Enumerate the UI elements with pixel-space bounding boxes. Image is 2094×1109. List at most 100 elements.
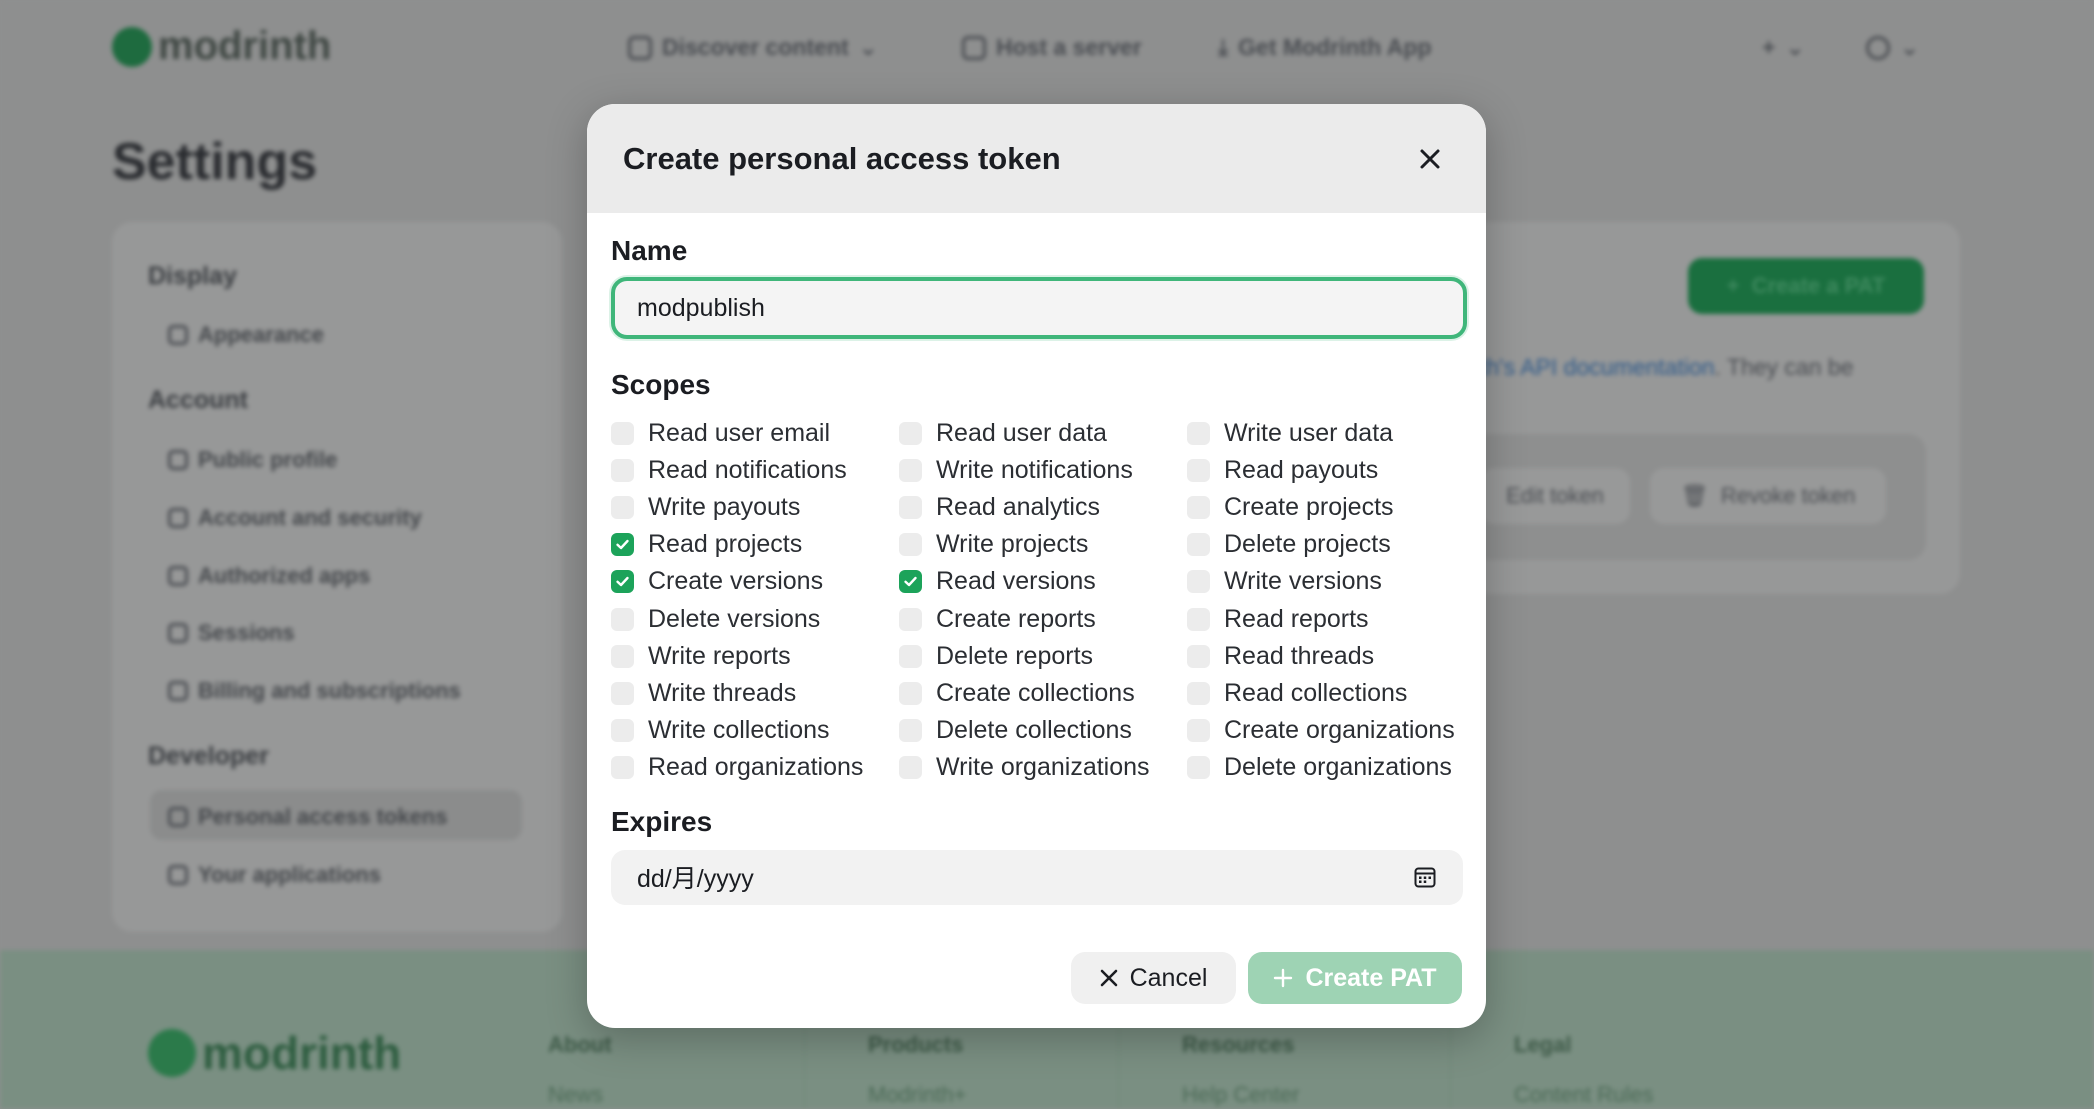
check-icon [616, 540, 629, 550]
checkbox[interactable] [1187, 570, 1210, 594]
scope-option[interactable]: Delete organizations [1187, 749, 1467, 786]
create-pat-button[interactable]: Create PAT [1248, 952, 1462, 1004]
checkbox[interactable] [611, 607, 634, 631]
checkbox-checked[interactable] [899, 570, 922, 594]
scope-option[interactable]: Read payouts [1187, 452, 1467, 489]
checkbox[interactable] [611, 459, 634, 483]
api-docs-link[interactable]: th's API documentation [1480, 354, 1715, 380]
scope-label: Read threads [1224, 641, 1375, 670]
nav-get-app[interactable]: ⤓ Get Modrinth App [1218, 34, 1432, 61]
edit-token-button[interactable]: Edit token [1480, 468, 1630, 524]
checkbox[interactable] [1187, 681, 1210, 705]
checkbox[interactable] [899, 755, 922, 779]
create-pat-bg-button[interactable]: + Create a PAT [1688, 258, 1924, 314]
sidebar-item-authorized-apps[interactable]: Authorized apps [168, 563, 370, 589]
scope-label: Create collections [936, 678, 1135, 707]
checkbox[interactable] [899, 459, 922, 483]
scope-option[interactable]: Create organizations [1187, 712, 1467, 749]
sidebar-item-appearance[interactable]: Appearance [168, 322, 324, 348]
footer-link-help-center[interactable]: Help Center [1182, 1082, 1299, 1108]
checkbox[interactable] [1187, 607, 1210, 631]
scope-label: Write notifications [936, 456, 1133, 485]
checkbox[interactable] [899, 718, 922, 742]
scope-option[interactable]: Create versions [611, 563, 899, 600]
scope-option[interactable]: Read user email [611, 415, 899, 452]
checkbox[interactable] [1187, 496, 1210, 520]
scope-label: Read analytics [936, 493, 1100, 522]
scope-option[interactable]: Write organizations [899, 749, 1187, 786]
checkbox[interactable] [899, 533, 922, 557]
chevron-down-icon: ⌄ [858, 34, 878, 60]
user-menu-button[interactable]: ⌄ [1866, 34, 1919, 61]
close-button[interactable] [1410, 139, 1450, 179]
checkbox[interactable] [611, 422, 634, 446]
checkbox[interactable] [1187, 644, 1210, 668]
create-menu-button[interactable]: + ⌄ [1762, 34, 1805, 61]
expires-date-input[interactable]: dd/月/yyyy [611, 849, 1463, 905]
modrinth-logo[interactable]: modrinth [112, 24, 331, 69]
checkbox[interactable] [1187, 459, 1210, 483]
scope-option[interactable]: Create projects [1187, 489, 1467, 526]
scope-option[interactable]: Write reports [611, 638, 899, 675]
scope-option[interactable]: Write threads [611, 675, 899, 712]
sidebar-item-personal-access-tokens[interactable]: Personal access tokens [168, 804, 447, 830]
checkbox[interactable] [899, 607, 922, 631]
footer-link-content-rules[interactable]: Content Rules [1514, 1082, 1653, 1108]
nav-discover-content[interactable]: Discover content ⌄ [628, 34, 878, 61]
scope-option[interactable]: Write projects [899, 526, 1187, 563]
checkbox-checked[interactable] [611, 533, 634, 557]
checkbox[interactable] [1187, 533, 1210, 557]
scope-option[interactable]: Delete projects [1187, 526, 1467, 563]
scope-label: Write versions [1224, 567, 1382, 596]
scope-option[interactable]: Read reports [1187, 600, 1467, 637]
scope-option[interactable]: Read organizations [611, 749, 899, 786]
calendar-icon[interactable] [1413, 865, 1437, 889]
scope-option[interactable]: Delete collections [899, 712, 1187, 749]
checkbox-checked[interactable] [611, 570, 634, 594]
checkbox[interactable] [611, 718, 634, 742]
scope-option[interactable]: Read user data [899, 415, 1187, 452]
scope-option[interactable]: Delete reports [899, 638, 1187, 675]
sidebar-item-public-profile[interactable]: Public profile [168, 447, 337, 473]
scope-option[interactable]: Read versions [899, 563, 1187, 600]
scope-option[interactable]: Create reports [899, 600, 1187, 637]
download-icon: ⤓ [1218, 34, 1229, 60]
sidebar-item-account-security[interactable]: Account and security [168, 505, 422, 531]
checkbox[interactable] [1187, 755, 1210, 779]
scope-option[interactable]: Read projects [611, 526, 899, 563]
sidebar-item-your-applications[interactable]: Your applications [168, 862, 381, 888]
brush-icon [168, 325, 188, 345]
scope-option[interactable]: Delete versions [611, 600, 899, 637]
checkbox[interactable] [899, 422, 922, 446]
scope-option[interactable]: Write versions [1187, 563, 1467, 600]
scope-option[interactable]: Create collections [899, 675, 1187, 712]
nav-host-server[interactable]: Host a server [962, 34, 1142, 61]
revoke-token-button[interactable]: 🗑 Revoke token [1650, 468, 1886, 524]
footer-link-news[interactable]: News [548, 1082, 603, 1108]
sidebar-heading-display: Display [148, 262, 237, 290]
cancel-button[interactable]: Cancel [1071, 952, 1236, 1004]
checkbox[interactable] [899, 681, 922, 705]
page-title: Settings [112, 133, 318, 191]
scope-option[interactable]: Read collections [1187, 675, 1467, 712]
name-input[interactable] [611, 277, 1467, 339]
footer-link-modrinth-plus[interactable]: Modrinth+ [868, 1082, 966, 1108]
scope-option[interactable]: Read analytics [899, 489, 1187, 526]
checkbox[interactable] [611, 755, 634, 779]
checkbox[interactable] [1187, 718, 1210, 742]
checkbox[interactable] [899, 644, 922, 668]
checkbox[interactable] [611, 644, 634, 668]
sidebar-item-billing[interactable]: Billing and subscriptions [168, 678, 461, 704]
checkbox[interactable] [899, 496, 922, 520]
scope-option[interactable]: Read threads [1187, 638, 1467, 675]
scope-option[interactable]: Read notifications [611, 452, 899, 489]
scope-option[interactable]: Write user data [1187, 415, 1467, 452]
scope-option[interactable]: Write collections [611, 712, 899, 749]
checkbox[interactable] [611, 496, 634, 520]
scope-option[interactable]: Write notifications [899, 452, 1187, 489]
sidebar-item-sessions[interactable]: Sessions [168, 620, 295, 646]
box-icon [168, 865, 188, 885]
checkbox[interactable] [1187, 422, 1210, 446]
checkbox[interactable] [611, 681, 634, 705]
scope-option[interactable]: Write payouts [611, 489, 899, 526]
